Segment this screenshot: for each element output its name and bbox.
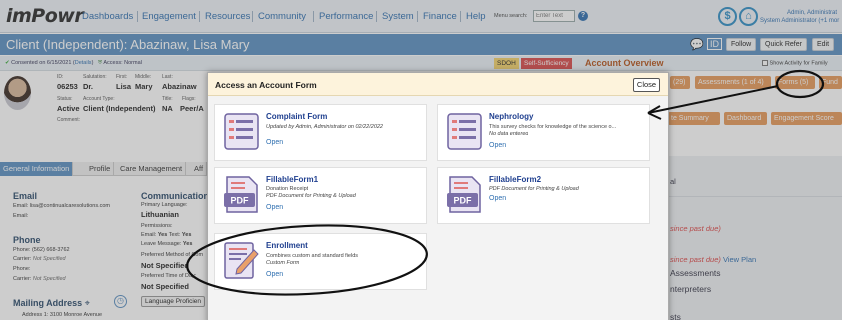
form-card-fillableform2[interactable]: PDF FillableForm2 PDF Document for Print… bbox=[437, 167, 650, 224]
pdf-icon-label: PDF bbox=[454, 196, 473, 206]
pdf-icon: PDF bbox=[224, 176, 258, 213]
modal-title: Access an Account Form bbox=[215, 80, 317, 90]
form-description: Donation Receipt bbox=[266, 186, 309, 192]
form-title[interactable]: Nephrology bbox=[489, 112, 533, 121]
pdf-icon-label: PDF bbox=[231, 196, 250, 206]
form-title[interactable]: FillableForm1 bbox=[266, 175, 318, 184]
open-link[interactable]: Open bbox=[266, 204, 283, 211]
form-description: This survey checks for knowledge of the … bbox=[489, 124, 617, 130]
form-description: Updated by Admin, Administrator on 02/22… bbox=[266, 124, 383, 130]
custom-form-icon bbox=[224, 242, 259, 279]
form-description: PDF Document for Printing & Upload bbox=[489, 186, 579, 192]
modal-header: Access an Account Form Close bbox=[208, 73, 668, 96]
open-link[interactable]: Open bbox=[489, 142, 506, 149]
form-card-nephrology[interactable]: Nephrology This survey checks for knowle… bbox=[437, 104, 650, 161]
access-form-modal: Access an Account Form Close Complaint F… bbox=[207, 72, 669, 320]
open-link[interactable]: Open bbox=[489, 195, 506, 202]
form-card-complaint[interactable]: Complaint Form Updated by Admin, Adminis… bbox=[214, 104, 427, 161]
form-description: Combines custom and standard fields bbox=[266, 253, 359, 259]
form-subdescription: No data entered bbox=[489, 131, 529, 137]
form-subdescription: PDF Document for Printing & Upload bbox=[266, 193, 356, 199]
open-link[interactable]: Open bbox=[266, 271, 283, 278]
form-document-icon bbox=[224, 113, 259, 150]
form-card-fillableform1[interactable]: PDF FillableForm1 Donation Receipt PDF D… bbox=[214, 167, 427, 224]
form-title[interactable]: Complaint Form bbox=[266, 112, 327, 121]
form-document-icon bbox=[447, 113, 482, 150]
form-title[interactable]: Enrollment bbox=[266, 241, 308, 250]
form-title[interactable]: FillableForm2 bbox=[489, 175, 541, 184]
form-subdescription: Custom Form bbox=[266, 260, 300, 266]
form-card-enrollment[interactable]: Enrollment Combines custom and standard … bbox=[214, 233, 427, 290]
pdf-icon: PDF bbox=[447, 176, 481, 213]
open-link[interactable]: Open bbox=[266, 139, 283, 146]
close-button[interactable]: Close bbox=[633, 78, 660, 92]
